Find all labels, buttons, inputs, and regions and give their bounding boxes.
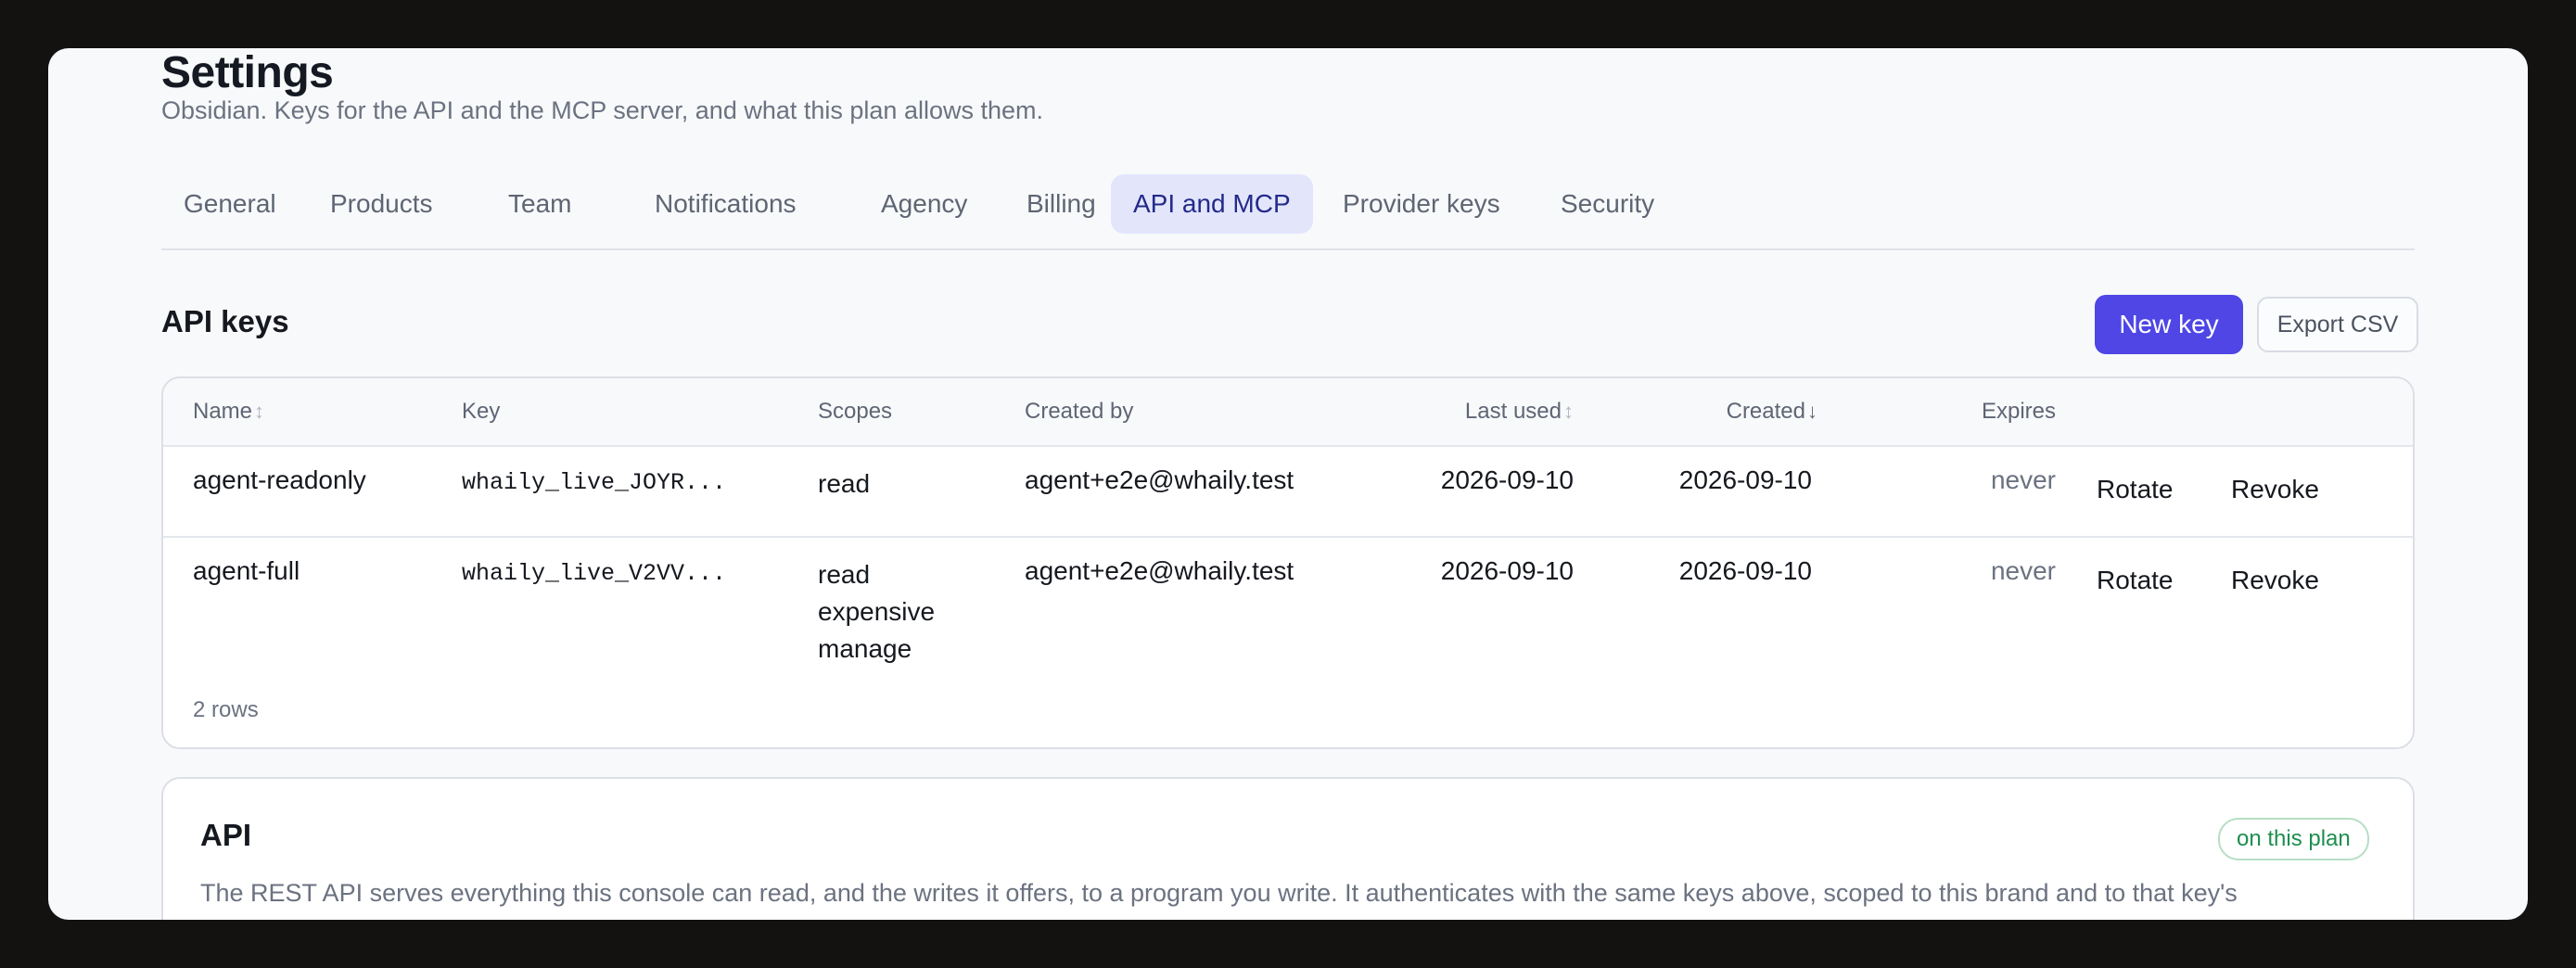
api-keys-title: API keys <box>161 304 289 338</box>
settings-window: Settings Obsidian. Keys for the API and … <box>48 48 2528 920</box>
column-scopes-header: Scopes <box>818 399 893 424</box>
key-scopes: read expensive manage <box>818 556 935 668</box>
key-created: 2026-09-10 <box>1678 465 1812 494</box>
table-header: Name↕ Key Scopes Created by Last used↕ C… <box>163 378 2413 447</box>
column-created-header[interactable]: Created↓ <box>1727 399 1817 425</box>
page-title: Settings <box>161 48 334 97</box>
rotate-button[interactable]: Rotate <box>2097 475 2174 504</box>
key-scopes: read <box>818 465 870 503</box>
plan-status-badge: on this plan <box>2218 818 2369 860</box>
key-expires: never <box>1990 465 2056 494</box>
column-name-header[interactable]: Name↕ <box>193 399 264 425</box>
column-name-label: Name <box>193 399 253 424</box>
key-name: agent-readonly <box>193 465 366 494</box>
table-row: agent-readonly whaily_live_JOYR... read … <box>163 447 2413 538</box>
tab-agency[interactable]: Agency <box>859 174 989 234</box>
key-name: agent-full <box>193 556 300 585</box>
key-created-by: agent+e2e@whaily.test <box>1025 465 1294 494</box>
rotate-button[interactable]: Rotate <box>2097 566 2174 595</box>
key-last-used: 2026-09-10 <box>1440 465 1574 494</box>
tab-notifications[interactable]: Notifications <box>632 174 819 234</box>
new-key-button[interactable]: New key <box>2095 295 2243 354</box>
tab-api-and-mcp[interactable]: API and MCP <box>1111 174 1313 234</box>
api-card: API on this plan The REST API serves eve… <box>161 777 2415 920</box>
export-csv-button[interactable]: Export CSV <box>2257 297 2418 352</box>
column-last-used-header[interactable]: Last used↕ <box>1465 399 1574 425</box>
column-expires-header: Expires <box>1981 399 2056 424</box>
table-row: agent-full whaily_live_V2VV... read expe… <box>163 538 2413 677</box>
key-created: 2026-09-10 <box>1678 556 1812 585</box>
scope-item: read <box>818 560 871 589</box>
key-value: whaily_live_JOYR... <box>462 469 727 496</box>
key-created-by: agent+e2e@whaily.test <box>1025 556 1294 585</box>
column-last-used-label: Last used <box>1464 399 1562 424</box>
key-expires: never <box>1990 556 2056 585</box>
api-keys-table: Name↕ Key Scopes Created by Last used↕ C… <box>161 376 2415 749</box>
tab-provider-keys[interactable]: Provider keys <box>1320 174 1523 234</box>
scope-item: expensive <box>818 597 936 626</box>
tab-security[interactable]: Security <box>1538 174 1677 234</box>
column-key-header: Key <box>462 399 501 424</box>
scope-item: read <box>818 469 871 498</box>
key-value: whaily_live_V2VV... <box>462 560 727 587</box>
tab-billing[interactable]: Billing <box>1004 174 1118 234</box>
api-description: The REST API serves everything this cons… <box>200 879 2238 907</box>
tab-team[interactable]: Team <box>486 174 593 234</box>
column-created-by-header: Created by <box>1025 399 1134 424</box>
revoke-button[interactable]: Revoke <box>2231 566 2319 595</box>
page-subtitle: Obsidian. Keys for the API and the MCP s… <box>161 96 1043 124</box>
row-count: 2 rows <box>193 697 259 722</box>
scope-item: manage <box>818 634 912 663</box>
api-section-title: API <box>200 818 252 852</box>
key-last-used: 2026-09-10 <box>1440 556 1574 585</box>
tab-general[interactable]: General <box>161 174 299 234</box>
sort-icon: ↕ <box>1563 400 1574 423</box>
settings-tabs: General Products Team Notifications Agen… <box>161 174 2415 250</box>
sort-desc-icon: ↓ <box>1807 400 1817 423</box>
sort-icon: ↕ <box>254 400 265 423</box>
revoke-button[interactable]: Revoke <box>2231 475 2319 504</box>
tab-products[interactable]: Products <box>308 174 455 234</box>
column-created-label: Created <box>1726 399 1805 424</box>
